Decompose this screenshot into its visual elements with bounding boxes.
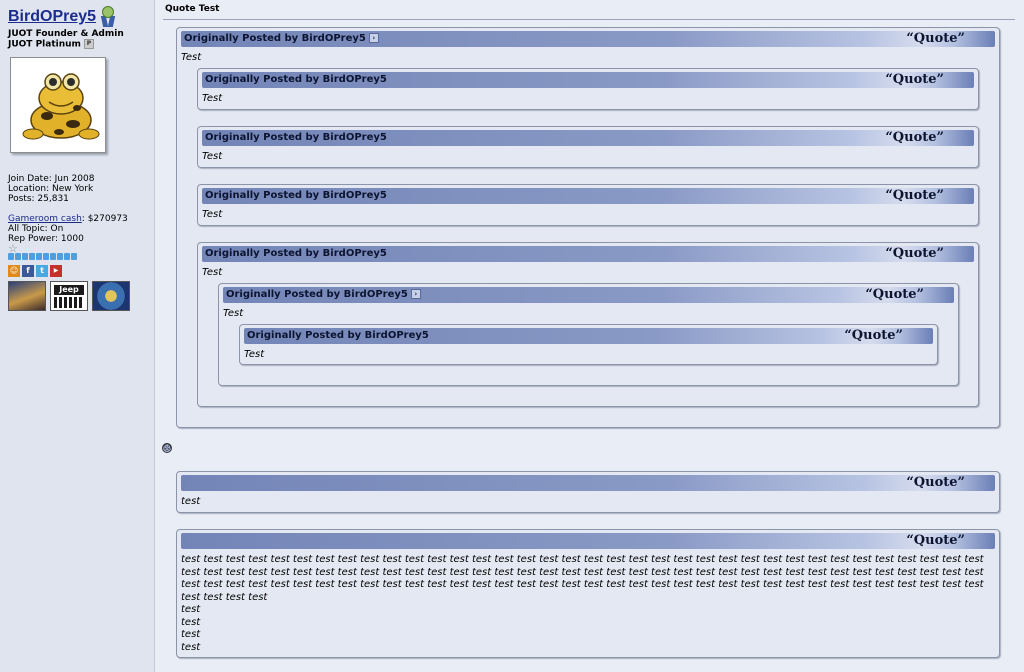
rep-pip — [22, 252, 28, 260]
quote-text: test — [181, 496, 201, 507]
quote-header: Originally Posted by BirdOPrey5 “Quote” — [202, 130, 974, 146]
post-title: Quote Test — [165, 4, 220, 14]
quote-author: Originally Posted by BirdOPrey5 — [247, 330, 429, 341]
rep-pip — [29, 252, 35, 260]
user-rank: JUOT Platinum P — [8, 39, 154, 50]
quote-author: Originally Posted by BirdOPrey5 — [205, 132, 387, 143]
jeep-label: Jeep — [54, 284, 84, 295]
quote-block-level4: Originally Posted by BirdOPrey5 “Quote” … — [239, 324, 938, 365]
facebook-icon[interactable]: f — [22, 264, 34, 277]
username-row: BirdOPrey5 — [8, 5, 154, 29]
quote-header: Originally Posted by BirdOPrey5 “Quote” — [202, 72, 974, 88]
user-title: JUOT Founder & Admin — [8, 29, 124, 39]
quote-block-level2: Originally Posted by BirdOPrey5 “Quote” … — [197, 184, 979, 226]
quote-author: Originally Posted by BirdOPrey5 — [205, 190, 387, 201]
rep-pip — [71, 252, 77, 260]
post-count: Posts: 25,831 — [8, 193, 69, 204]
quote-text: Test — [202, 93, 223, 104]
quote-author: Originally Posted by BirdOPrey5 › — [184, 33, 379, 44]
quote-header: “Quote” — [181, 475, 995, 491]
rep-pip — [57, 252, 63, 260]
rep-pip — [36, 252, 42, 260]
quote-text: Test — [202, 151, 223, 162]
join-date: Join Date: Jun 2008 — [8, 173, 95, 184]
rep-pip — [15, 252, 21, 260]
quote-header: “Quote” — [181, 533, 995, 549]
quote-label: “Quote” — [906, 475, 965, 490]
star-icon: ☆ — [8, 241, 18, 255]
award-ribbon-icon[interactable] — [99, 6, 117, 28]
user-sidebar: BirdOPrey5 JUOT Founder & Admin JUOT Pla… — [0, 0, 155, 672]
location: Location: New York — [8, 183, 94, 194]
quote-text: Test — [202, 209, 223, 220]
quote-header: Originally Posted by BirdOPrey5 › “Quote” — [223, 287, 954, 303]
quote-text: test test test test test test test test … — [181, 554, 984, 653]
quote-text: Test — [244, 349, 265, 360]
quote-label: “Quote” — [885, 246, 944, 261]
quote-author: Originally Posted by BirdOPrey5 — [205, 248, 387, 259]
hypnotoad-avatar-icon — [22, 72, 100, 139]
badge-pirate-image[interactable] — [8, 280, 46, 311]
quote-author: Originally Posted by BirdOPrey5 — [205, 74, 387, 85]
person-icon[interactable]: ☺ — [8, 264, 20, 277]
quote-label: “Quote” — [885, 130, 944, 145]
all-topic: All Topic: On — [8, 223, 64, 234]
quote-header: Originally Posted by BirdOPrey5 “Quote” — [202, 188, 974, 204]
quote-label: “Quote” — [906, 533, 965, 548]
youtube-icon[interactable]: ▶ — [50, 264, 62, 277]
quote-header: Originally Posted by BirdOPrey5 “Quote” — [244, 328, 933, 344]
user-rank-label: JUOT Platinum — [8, 39, 81, 50]
quote-text: Test — [223, 308, 244, 319]
quote-label: “Quote” — [885, 72, 944, 87]
reputation-bar[interactable] — [8, 252, 154, 261]
username-link[interactable]: BirdOPrey5 — [8, 9, 96, 25]
quote-block-long: “Quote” test test test test test test te… — [176, 529, 1000, 658]
gameroom-cash-value: : $270973 — [81, 213, 128, 224]
quote-block-level2: Originally Posted by BirdOPrey5 “Quote” … — [197, 126, 979, 168]
quote-label: “Quote” — [906, 31, 965, 46]
rep-power: Rep Power: 1000 — [8, 233, 84, 244]
quote-label: “Quote” — [844, 328, 903, 343]
twitter-icon[interactable]: t — [36, 264, 48, 277]
premium-icon: P — [83, 39, 94, 49]
avatar[interactable] — [10, 56, 106, 153]
quote-text: Test — [202, 267, 223, 278]
sad-face-icon: ☹ — [162, 443, 172, 453]
gameroom-cash: Gameroom cash: $270973 — [8, 214, 154, 224]
quote-block-anonymous: “Quote” test — [176, 471, 1000, 513]
gameroom-cash-link[interactable]: Gameroom cash — [8, 214, 82, 224]
view-post-arrow-icon[interactable]: › — [410, 289, 421, 299]
quote-block-level2: Originally Posted by BirdOPrey5 “Quote” … — [197, 68, 979, 110]
quote-header: Originally Posted by BirdOPrey5 › “Quote” — [181, 31, 995, 47]
badge-game-image[interactable] — [92, 280, 130, 311]
quote-label: “Quote” — [865, 287, 924, 302]
rep-pip — [50, 252, 56, 260]
view-post-arrow-icon[interactable]: › — [368, 33, 379, 43]
social-links: ☺ f t ▶ — [8, 264, 154, 277]
user-info: Join Date: Jun 2008 Location: New York P… — [8, 174, 154, 244]
user-badges: Jeep — [8, 280, 154, 311]
title-divider — [163, 19, 1015, 20]
quote-label: “Quote” — [885, 188, 944, 203]
badge-jeep-image[interactable]: Jeep — [50, 280, 88, 311]
rep-pip — [64, 252, 70, 260]
quote-text: Test — [181, 52, 202, 63]
quote-header: Originally Posted by BirdOPrey5 “Quote” — [202, 246, 974, 262]
rep-pip — [8, 252, 14, 260]
rep-pip — [43, 252, 49, 260]
quote-author: Originally Posted by BirdOPrey5 › — [226, 289, 421, 300]
